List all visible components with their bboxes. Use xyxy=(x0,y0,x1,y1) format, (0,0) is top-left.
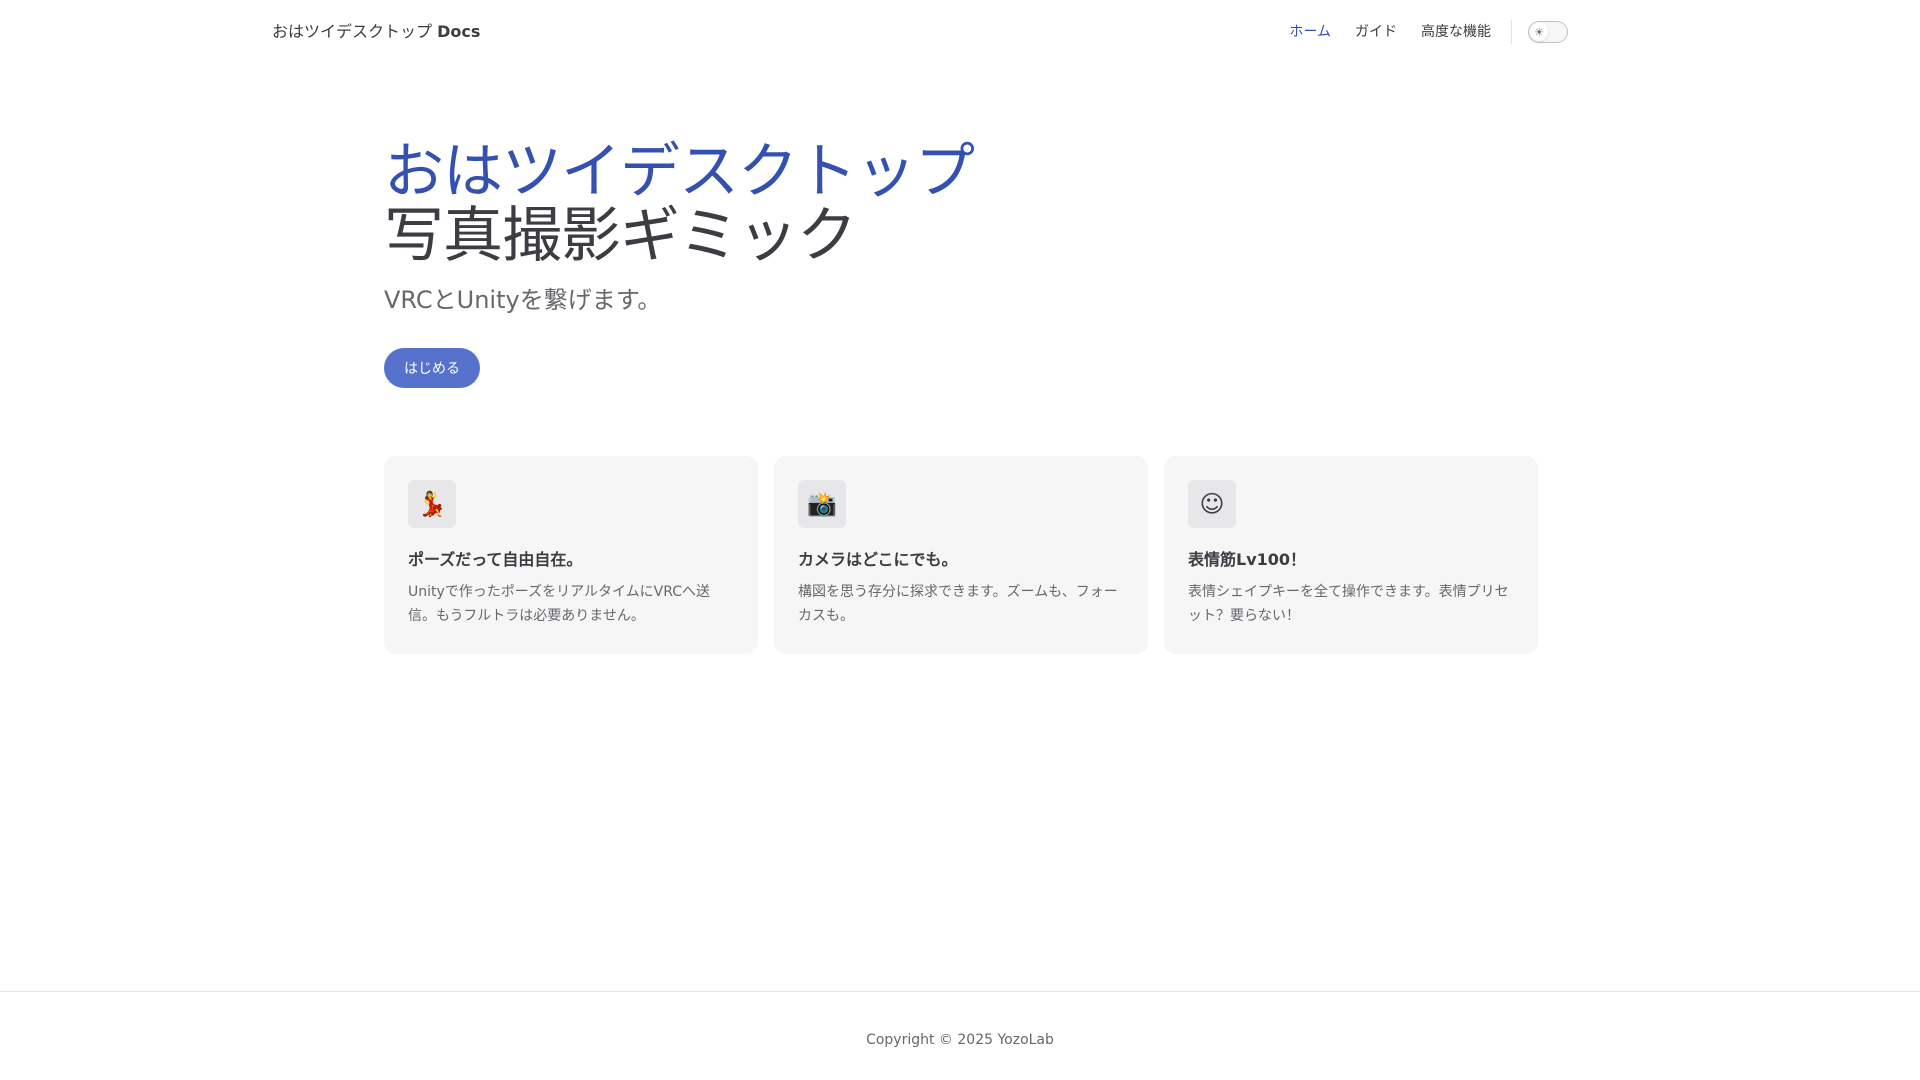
feature-title: ポーズだって自由自在。 xyxy=(408,550,583,569)
feature-card-expression: ☺ 表情筋Lv100！ 表情シェイプキーを全て操作できます。表情プリセット？要ら… xyxy=(1164,456,1538,654)
feature-title: 表情筋Lv100！ xyxy=(1188,550,1307,569)
dancer-icon: 💃 xyxy=(408,480,456,528)
camera-flash-icon: 📸 xyxy=(798,480,846,528)
sun-icon: ☀ xyxy=(1534,25,1544,39)
hero-text: 写真撮影ギミック xyxy=(384,201,857,271)
feature-details: 表情シェイプキーを全て操作できます。表情プリセット？要らない！ xyxy=(1188,584,1509,624)
features: 💃 ポーズだって自由自在。 Unityで作ったポーズをリアルタイムにVRCへ送信… xyxy=(384,456,1538,654)
hero-heading: おはツイデスクトップ 写真撮影ギミック xyxy=(384,140,1534,268)
nav-link-advanced[interactable]: 高度な機能 xyxy=(1421,20,1491,44)
navbar: おはツイデスクトップ Docs ホーム ガイド 高度な機能 ☀ xyxy=(0,0,1920,64)
feature-details: 構図を思う存分に探求できます。ズームも、フォーカスも。 xyxy=(798,584,1118,624)
site-title-name: おはツイデスクトップ xyxy=(272,22,433,41)
smiley-icon: ☺ xyxy=(1188,480,1236,528)
site-title-suffix: Docs xyxy=(437,22,481,41)
top-nav: ホーム ガイド 高度な機能 ☀ xyxy=(1289,20,1568,44)
theme-toggle[interactable]: ☀ xyxy=(1528,21,1568,43)
feature-card-pose: 💃 ポーズだって自由自在。 Unityで作ったポーズをリアルタイムにVRCへ送信… xyxy=(384,456,758,654)
nav-divider xyxy=(1511,20,1512,44)
hero: おはツイデスクトップ 写真撮影ギミック VRCとUnityを繋げます。 はじめる xyxy=(384,140,1534,388)
feature-title: カメラはどこにでも。 xyxy=(798,550,958,569)
nav-link-guide[interactable]: ガイド xyxy=(1355,20,1397,44)
site-title[interactable]: おはツイデスクトップ Docs xyxy=(272,20,480,44)
copyright: Copyright © 2025 YozoLab xyxy=(866,1032,1054,1048)
nav-link-home[interactable]: ホーム xyxy=(1289,20,1331,44)
get-started-button[interactable]: はじめる xyxy=(384,348,480,388)
footer: Copyright © 2025 YozoLab xyxy=(0,991,1920,1080)
feature-card-camera: 📸 カメラはどこにでも。 構図を思う存分に探求できます。ズームも、フォーカスも。 xyxy=(774,456,1148,654)
hero-tagline: VRCとUnityを繋げます。 xyxy=(384,286,662,314)
theme-toggle-knob: ☀ xyxy=(1530,23,1548,41)
feature-details: Unityで作ったポーズをリアルタイムにVRCへ送信。もうフルトラは必要ありませ… xyxy=(408,584,711,624)
hero-name: おはツイデスクトップ xyxy=(384,137,975,207)
